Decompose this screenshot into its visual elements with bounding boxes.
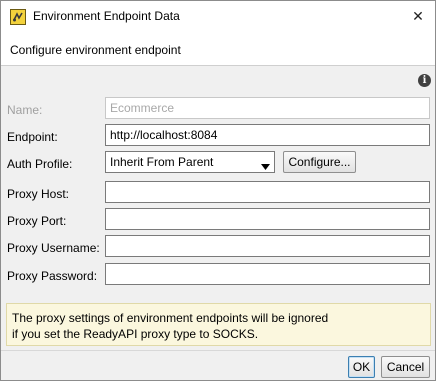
- dialog-window: Environment Endpoint Data ✕ Configure en…: [0, 0, 436, 381]
- proxy-password-field[interactable]: [105, 263, 430, 285]
- notice-line-2: if you set the ReadyAPI proxy type to SO…: [12, 327, 259, 341]
- name-label: Name:: [7, 103, 43, 117]
- proxy-username-label: Proxy Username:: [7, 241, 100, 255]
- auth-profile-selected: Inherit From Parent: [110, 155, 214, 169]
- info-icon[interactable]: i: [418, 74, 431, 87]
- dropdown-arrow-icon: [261, 159, 270, 173]
- cancel-button[interactable]: Cancel: [381, 356, 430, 378]
- proxy-username-field[interactable]: [105, 235, 430, 257]
- auth-profile-select[interactable]: Inherit From Parent: [105, 151, 275, 173]
- readyapi-app-icon: [10, 9, 26, 25]
- proxy-port-field[interactable]: [105, 208, 430, 230]
- close-icon: ✕: [412, 8, 424, 24]
- endpoint-field[interactable]: http://localhost:8084: [105, 124, 430, 146]
- dialog-header: Configure environment endpoint: [1, 32, 435, 65]
- configure-button[interactable]: Configure...: [283, 151, 356, 173]
- window-title: Environment Endpoint Data: [33, 9, 180, 23]
- header-divider: [1, 65, 435, 66]
- proxy-host-label: Proxy Host:: [7, 187, 70, 201]
- proxy-host-field[interactable]: [105, 181, 430, 203]
- footer-divider: [1, 350, 435, 351]
- proxy-notice: The proxy settings of environment endpoi…: [6, 303, 431, 346]
- header-description: Configure environment endpoint: [10, 43, 181, 57]
- auth-profile-label: Auth Profile:: [7, 157, 73, 171]
- proxy-port-label: Proxy Port:: [7, 214, 67, 228]
- title-bar[interactable]: Environment Endpoint Data ✕: [1, 1, 435, 32]
- proxy-password-label: Proxy Password:: [7, 269, 98, 283]
- ok-button[interactable]: OK: [348, 356, 375, 378]
- notice-line-1: The proxy settings of environment endpoi…: [12, 311, 329, 325]
- endpoint-label: Endpoint:: [7, 130, 58, 144]
- name-field: Ecommerce: [105, 97, 430, 119]
- close-button[interactable]: ✕: [401, 1, 435, 32]
